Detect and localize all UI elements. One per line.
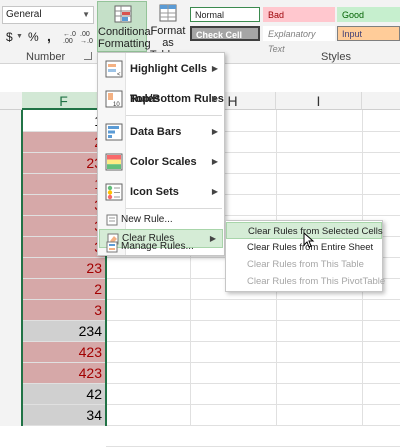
- menu-item-data-bars[interactable]: Data Bars ▶: [98, 117, 224, 147]
- submenu-item-clear-this-table[interactable]: Clear Rules from This Table: [226, 256, 382, 273]
- conditional-formatting-button[interactable]: Conditional Formatting ▼: [97, 1, 154, 61]
- gridline: [106, 404, 400, 405]
- selection-border: [21, 110, 107, 426]
- submenu-item-clear-this-pivottable[interactable]: Clear Rules from This PivotTable: [226, 273, 386, 290]
- cell-style-explanatory[interactable]: Explanatory Text: [263, 26, 335, 54]
- dialog-launcher-icon[interactable]: [84, 52, 92, 60]
- number-group-label: Number: [26, 51, 66, 63]
- top-bottom-icon: 10: [105, 90, 123, 108]
- menu-item-label: Icon Sets: [130, 186, 179, 198]
- menu-item-label: Data Bars: [130, 126, 182, 138]
- decrease-decimal-button[interactable]: .00 →.0: [80, 31, 96, 45]
- cell-style-check-cell-label: Check Cell: [196, 30, 243, 40]
- menu-item-new-rule[interactable]: New Rule...: [98, 211, 224, 229]
- menu-separator: [126, 208, 222, 209]
- percent-button[interactable]: %: [28, 30, 39, 44]
- clear-rules-submenu: Clear Rules from Selected Cells Clear Ru…: [225, 220, 386, 292]
- cell-style-good-label: Good: [342, 10, 365, 20]
- gridline: [106, 341, 400, 342]
- menu-item-label: Manage Rules...: [121, 241, 194, 252]
- row-header-strip: [0, 110, 22, 426]
- fat-label-line-1: Format as: [150, 25, 186, 49]
- new-rule-icon: [106, 214, 118, 226]
- menu-separator: [126, 115, 222, 116]
- styles-group-label: Styles: [321, 51, 351, 63]
- cf-label-text: Formatting: [98, 38, 151, 50]
- number-format-dropdown[interactable]: General ▼: [2, 6, 94, 24]
- column-header-i[interactable]: I: [276, 92, 362, 110]
- highlight-cells-icon: <: [105, 60, 123, 78]
- comma-button[interactable]: ,: [47, 28, 51, 44]
- cf-label-line-1: Conditional: [98, 26, 154, 38]
- format-as-table-icon: [159, 4, 177, 22]
- chevron-down-icon: ▼: [82, 10, 90, 19]
- data-bars-icon: [105, 123, 123, 141]
- menu-item-label: Color Scales: [130, 156, 197, 168]
- chevron-right-icon: ▶: [211, 94, 218, 103]
- menu-item-manage-rules[interactable]: Manage Rules...: [98, 238, 224, 256]
- gridline: [106, 383, 400, 384]
- currency-button[interactable]: $: [6, 30, 13, 44]
- svg-text:10: 10: [113, 102, 120, 108]
- conditional-formatting-menu: < Highlight Cells Rules ▶ 10 Top/Bottom …: [97, 52, 225, 256]
- column-header-f[interactable]: F: [22, 92, 106, 110]
- svg-text:<: <: [117, 72, 121, 78]
- submenu-item-label: Clear Rules from This PivotTable: [247, 276, 386, 287]
- manage-rules-icon: [106, 241, 118, 253]
- menu-item-label: Top/Bottom Rules: [130, 93, 224, 105]
- submenu-item-label: Clear Rules from Selected Cells: [248, 226, 383, 237]
- chevron-down-icon[interactable]: ▼: [16, 33, 23, 40]
- increase-decimal-button[interactable]: ←.0 .00: [63, 31, 79, 45]
- chevron-right-icon: ▶: [211, 127, 218, 136]
- icon-sets-icon: [105, 183, 123, 201]
- cell-style-check-cell[interactable]: Check Cell: [190, 26, 260, 41]
- color-scales-icon: [105, 153, 123, 171]
- cell-style-normal[interactable]: Normal: [190, 7, 260, 22]
- menu-item-label: New Rule...: [121, 214, 173, 225]
- cell-style-bad-label: Bad: [268, 10, 285, 20]
- chevron-right-icon: ▶: [211, 187, 218, 196]
- submenu-item-label: Clear Rules from This Table: [247, 259, 364, 270]
- menu-item-icon-sets[interactable]: Icon Sets ▶: [98, 177, 224, 207]
- cell-style-good[interactable]: Good: [337, 7, 400, 22]
- gridline: [106, 362, 400, 363]
- number-format-value: General: [6, 9, 42, 20]
- gridline: [106, 299, 400, 300]
- cell-style-input-label: Input: [342, 29, 363, 39]
- cell-style-normal-label: Normal: [195, 10, 225, 20]
- mouse-pointer-icon: [303, 231, 315, 248]
- conditional-formatting-icon: [114, 5, 132, 23]
- chevron-right-icon: ▶: [211, 64, 218, 73]
- menu-item-top-bottom-rules[interactable]: 10 Top/Bottom Rules ▶: [98, 84, 224, 114]
- chevron-right-icon: ▶: [211, 157, 218, 166]
- cell-style-explanatory-label: Explanatory Text: [268, 29, 316, 54]
- menu-item-highlight-cells-rules[interactable]: < Highlight Cells Rules ▶: [98, 54, 224, 105]
- menu-item-color-scales[interactable]: Color Scales ▶: [98, 147, 224, 177]
- format-as-table-button[interactable]: Format as Table ▼: [148, 1, 188, 61]
- cell-style-bad[interactable]: Bad: [263, 7, 335, 22]
- gridline: [106, 320, 400, 321]
- cell-style-input[interactable]: Input: [337, 26, 400, 41]
